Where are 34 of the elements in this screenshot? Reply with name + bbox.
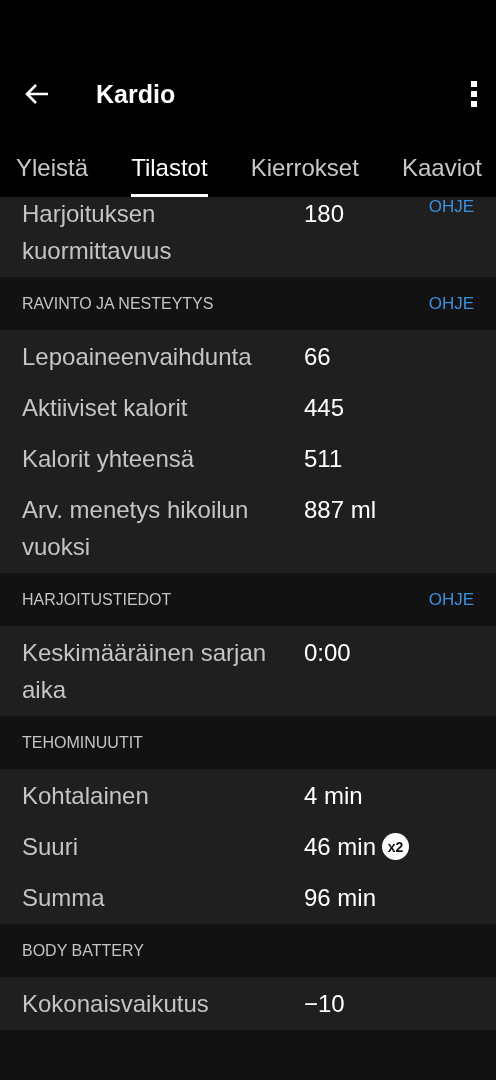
stat-value: 0:00 [304, 638, 351, 668]
more-options-icon[interactable] [470, 81, 478, 107]
stat-label: Harjoituksen kuormittavuus [22, 199, 173, 266]
help-link[interactable]: OHJE [428, 293, 474, 314]
stat-value: 887 ml [304, 495, 377, 525]
back-arrow-icon[interactable] [24, 83, 50, 105]
tab[interactable]: Kaaviot [401, 154, 482, 197]
multiplier-badge: x2 [382, 833, 410, 860]
tab[interactable]: Kierrokset [250, 154, 359, 197]
stat-label: Suuri [22, 832, 80, 862]
help-link[interactable]: OHJE [428, 589, 474, 610]
section-header: RAVINTO JA NESTEYTYS [22, 294, 214, 313]
section-header: HARJOITUSTIEDOT [22, 590, 172, 609]
stat-label: Kokonaisvaikutus [22, 989, 210, 1019]
stat-value: 96 min [304, 883, 377, 913]
stat-label: Keskimääräinen sarjan aika [22, 638, 268, 705]
stat-value: 4 min [304, 781, 363, 811]
stat-label: Kalorit yhteensä [22, 444, 196, 474]
stat-value: −10 [304, 989, 345, 1019]
stat-label: Lepoaineenvaihdunta [22, 342, 253, 372]
stat-label: Summa [22, 883, 106, 913]
stat-value: 180 [304, 199, 345, 229]
help-link[interactable]: OHJE [428, 197, 474, 217]
screen-title: Kardio [96, 79, 177, 109]
stat-value: 445 [304, 393, 345, 423]
stat-label: Aktiiviset kalorit [22, 393, 189, 423]
stat-value: 46 min [304, 832, 377, 862]
stat-label: Kohtalainen [22, 781, 150, 811]
tab[interactable]: Yleistä [16, 154, 89, 197]
section-header: TEHOMINUUTIT [22, 733, 143, 752]
stat-label: Arv. menetys hikoilun vuoksi [22, 495, 250, 562]
section-header: BODY BATTERY [22, 941, 144, 960]
stat-value: 66 [304, 342, 331, 372]
stat-value: 511 [304, 444, 343, 474]
